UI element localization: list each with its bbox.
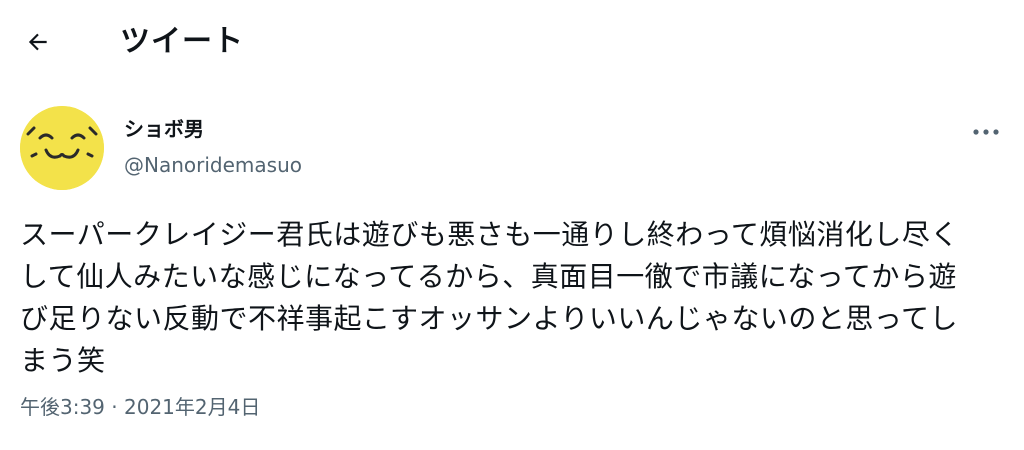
page-title: ツイート [120,24,244,59]
more-options-button[interactable] [966,116,1006,148]
tweet-time[interactable]: 午後3:39 [20,395,105,419]
arrow-left-icon [28,33,47,51]
meta-separator: · [111,395,118,419]
avatar[interactable] [20,106,104,190]
author-display-name[interactable]: ショボ男 [124,114,204,144]
more-horizontal-icon [973,129,999,135]
tweet-detail-page: ツイート ショボ男 @Nanoridemasuo スーパークレイジー君氏は遊びも… [0,0,1024,450]
tweet-text: スーパークレイジー君氏は遊びも悪さも一通りし終わって煩悩消化し尽く して仙人みた… [20,218,959,377]
author-handle[interactable]: @Nanoridemasuo [124,150,302,180]
smiley-face-avatar [20,106,104,190]
tweet-timestamp: 午後3:39 · 2021年2月4日 [20,392,260,422]
tweet-date[interactable]: 2021年2月4日 [124,395,260,419]
back-button[interactable] [16,20,60,64]
header-bar: ツイート [0,0,1024,82]
